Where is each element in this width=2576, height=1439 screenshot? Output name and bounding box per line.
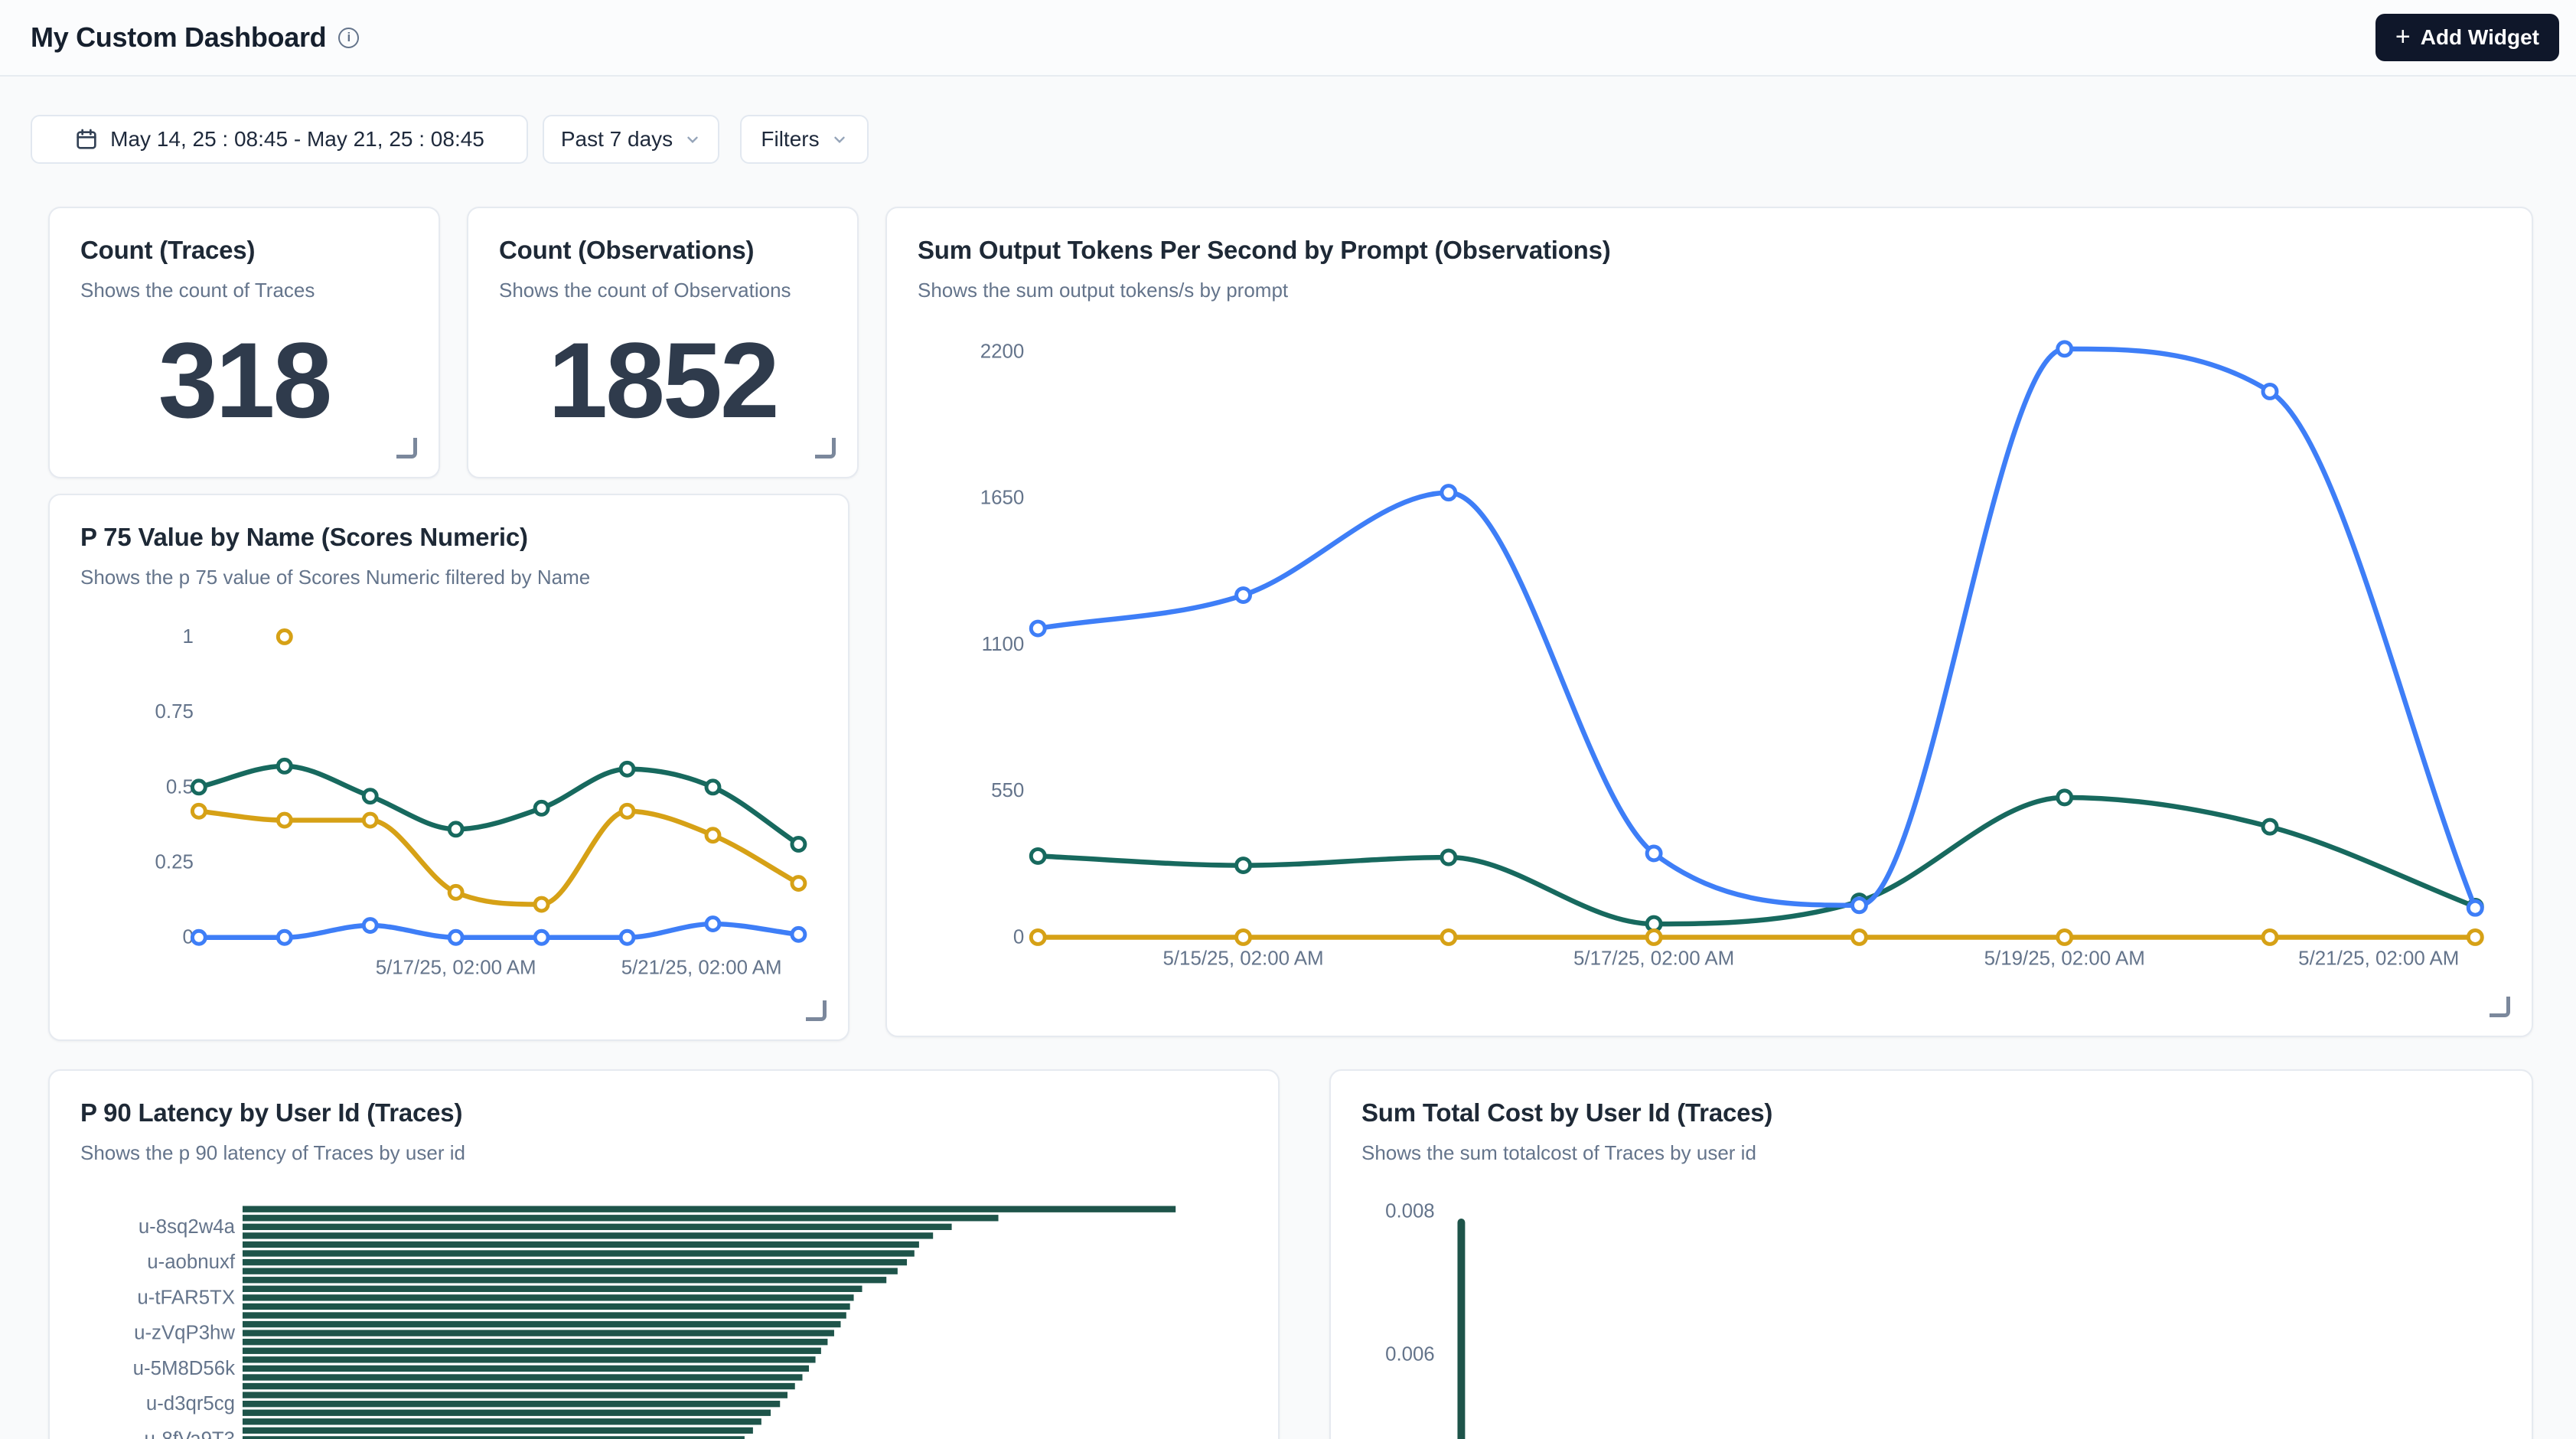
svg-text:1650: 1650 [980,488,1025,509]
resize-handle-icon[interactable] [815,438,836,458]
resize-handle-icon[interactable] [2490,997,2510,1017]
date-preset-label: Past 7 days [561,127,673,152]
filters-label: Filters [761,127,819,152]
svg-text:0: 0 [1013,926,1024,948]
date-range-picker[interactable]: May 14, 25 : 08:45 - May 21, 25 : 08:45 [31,115,528,164]
svg-text:5/21/25, 02:00 AM: 5/21/25, 02:00 AM [621,957,782,978]
svg-text:2200: 2200 [980,341,1025,362]
svg-text:u-zVqP3hw: u-zVqP3hw [134,1323,235,1344]
widget-title: Count (Traces) [80,236,408,265]
date-range-label: May 14, 25 : 08:45 - May 21, 25 : 08:45 [110,127,484,152]
info-icon[interactable]: i [338,28,359,48]
page-header: My Custom Dashboard i + Add Widget [0,0,2576,77]
filters-dropdown[interactable]: Filters [740,115,869,164]
widget-count-traces: Count (Traces) Shows the count of Traces… [48,207,440,478]
widget-total-cost: Sum Total Cost by User Id (Traces) Shows… [1329,1069,2533,1439]
dashboard-page: My Custom Dashboard i + Add Widget May 1… [0,0,2576,1439]
svg-text:5/17/25, 02:00 AM: 5/17/25, 02:00 AM [376,957,536,978]
widget-tokens-per-second: Sum Output Tokens Per Second by Prompt (… [885,207,2533,1037]
svg-text:u-8fVa9T3: u-8fVa9T3 [144,1428,235,1439]
tokens-per-second-line-chart[interactable]: 0 550 1100 1650 2200 5/15/25, 02:00 AM 5/17/25… [887,208,2532,1036]
widget-p75-value: P 75 Value by Name (Scores Numeric) Show… [48,494,849,1041]
svg-text:0.5: 0.5 [166,776,194,798]
date-preset-dropdown[interactable]: Past 7 days [543,115,719,164]
calendar-icon [74,127,99,152]
widget-count-observations: Count (Observations) Shows the count of … [467,207,859,478]
plus-icon: + [2395,24,2411,50]
svg-text:5/21/25, 02:00 AM: 5/21/25, 02:00 AM [2298,948,2459,969]
svg-text:0.75: 0.75 [155,701,194,723]
svg-text:u-8sq2w4a: u-8sq2w4a [139,1216,236,1238]
p90-latency-bar-chart[interactable]: u-8sq2w4a u-aobnuxf u-tFAR5TX u-zVqP3hw u-5M… [50,1071,1278,1439]
svg-text:0.006: 0.006 [1385,1343,1435,1365]
svg-text:550: 550 [991,780,1024,801]
svg-text:u-aobnuxf: u-aobnuxf [147,1251,236,1273]
count-observations-value: 1852 [499,324,827,436]
svg-text:1100: 1100 [982,634,1025,655]
resize-handle-icon[interactable] [396,438,417,458]
resize-handle-icon[interactable] [806,1000,827,1021]
widget-title: Count (Observations) [499,236,827,265]
widget-p90-latency: P 90 Latency by User Id (Traces) Shows t… [48,1069,1280,1439]
filter-toolbar: May 14, 25 : 08:45 - May 21, 25 : 08:45 … [31,115,869,164]
add-widget-label: Add Widget [2421,25,2539,50]
widget-subtitle: Shows the count of Observations [499,279,827,302]
svg-text:u-5M8D56k: u-5M8D56k [133,1358,235,1379]
svg-text:0.008: 0.008 [1385,1201,1435,1222]
p75-value-line-chart[interactable]: 00.250.50.7515/17/25, 02:00 AM5/21/25, 0… [50,495,848,1039]
total-cost-bar-chart[interactable]: 0.008 0.006 [1331,1071,2532,1439]
chevron-down-icon [684,131,701,148]
svg-text:0.25: 0.25 [155,852,194,873]
svg-text:u-tFAR5TX: u-tFAR5TX [137,1287,235,1308]
svg-text:1: 1 [183,626,194,648]
page-title: My Custom Dashboard [31,21,326,54]
svg-text:u-d3qr5cg: u-d3qr5cg [146,1393,235,1415]
add-widget-button[interactable]: + Add Widget [2375,14,2559,61]
chevron-down-icon [831,131,848,148]
svg-text:5/17/25, 02:00 AM: 5/17/25, 02:00 AM [1573,948,1734,969]
widget-subtitle: Shows the count of Traces [80,279,408,302]
svg-text:5/19/25, 02:00 AM: 5/19/25, 02:00 AM [1984,948,2145,969]
svg-text:5/15/25, 02:00 AM: 5/15/25, 02:00 AM [1162,948,1323,969]
count-traces-value: 318 [80,324,408,436]
